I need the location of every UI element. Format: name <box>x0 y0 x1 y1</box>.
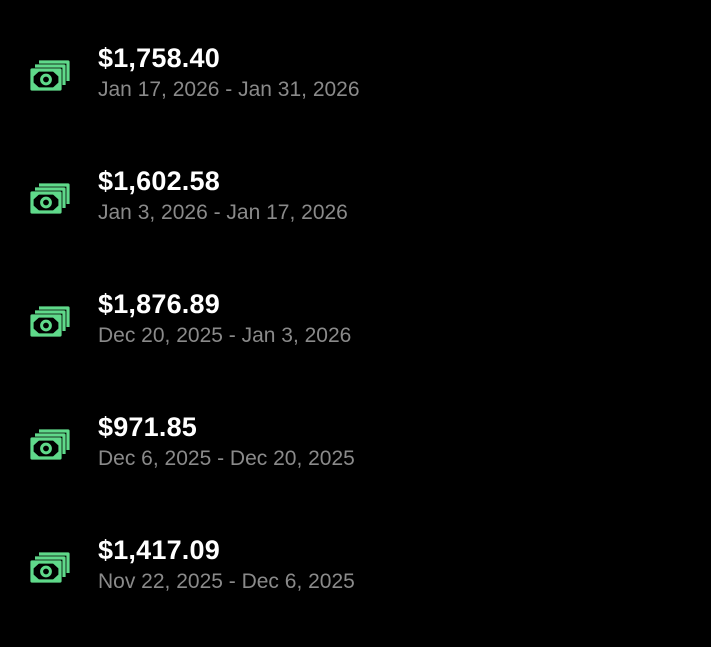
payout-period: Nov 22, 2025 - Dec 6, 2025 <box>98 570 355 593</box>
money-icon <box>30 305 70 339</box>
money-icon <box>30 59 70 93</box>
payout-row[interactable]: $1,602.58 Jan 3, 2026 - Jan 17, 2026 <box>0 137 711 260</box>
payout-row[interactable]: $1,417.09 Nov 22, 2025 - Dec 6, 2025 <box>0 506 711 629</box>
money-icon <box>30 551 70 585</box>
payout-amount: $1,602.58 <box>98 166 220 196</box>
payout-row[interactable]: $1,876.89 Dec 20, 2025 - Jan 3, 2026 <box>0 260 711 383</box>
money-icon <box>30 182 70 216</box>
payout-row[interactable]: $1,758.40 Jan 17, 2026 - Jan 31, 2026 <box>0 14 711 137</box>
payout-period: Jan 3, 2026 - Jan 17, 2026 <box>98 201 348 224</box>
payout-list: $1,758.40 Jan 17, 2026 - Jan 31, 2026 $1… <box>0 0 711 647</box>
payout-amount: $1,417.09 <box>98 535 220 565</box>
payout-period: Dec 6, 2025 - Dec 20, 2025 <box>98 447 355 470</box>
payout-amount: $971.85 <box>98 412 197 442</box>
payout-period: Dec 20, 2025 - Jan 3, 2026 <box>98 324 352 347</box>
payout-row[interactable]: $971.85 Dec 6, 2025 - Dec 20, 2025 <box>0 383 711 506</box>
payout-amount: $1,758.40 <box>98 43 220 73</box>
money-icon <box>30 428 70 462</box>
payout-period: Jan 17, 2026 - Jan 31, 2026 <box>98 78 360 101</box>
payout-amount: $1,876.89 <box>98 289 220 319</box>
